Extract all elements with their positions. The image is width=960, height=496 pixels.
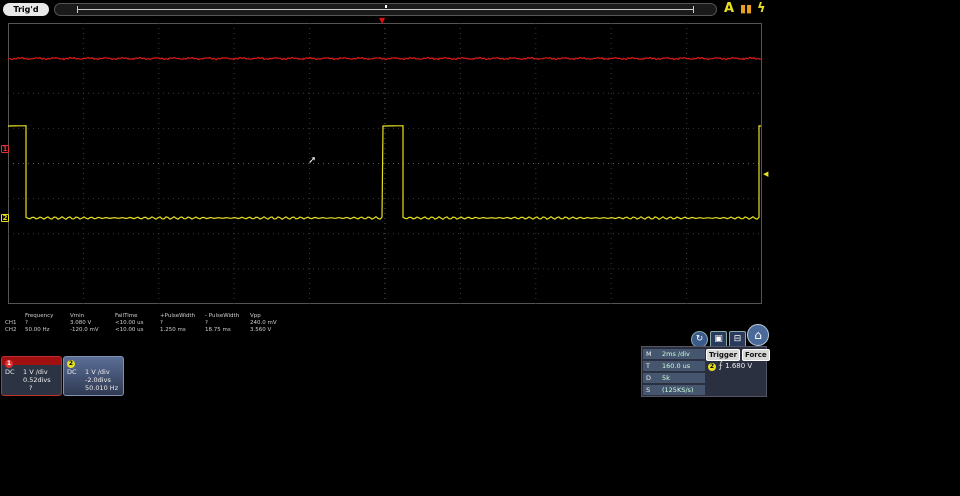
measurement-header: - PulseWidth [205, 313, 240, 319]
measurement-header [5, 313, 25, 320]
timebase-row-depth[interactable]: D 5k [643, 373, 705, 384]
measurement-row: CH2 50.00 Hz -120.0 mV <10.00 us 1.250 m… [5, 327, 295, 334]
measurement-header: Vpp [250, 313, 261, 319]
oscilloscope-app: Trig'd A ▮▮ ϟ ▼ 1 2 ◀ ➚ Frequency Vmin F… [0, 0, 770, 398]
ch2-trace [8, 125, 762, 221]
ch2-coupling: DC [67, 368, 77, 376]
timebase-row-samplerate[interactable]: S (125KS/s) [643, 385, 705, 396]
measurement-header: Frequency [25, 313, 54, 319]
ch2-offset: -2.0divs [85, 376, 111, 384]
rising-edge-icon: ⨍ [718, 361, 723, 371]
timebase-row-main[interactable]: M 2ms /div [643, 349, 705, 360]
measurement-header: Vmin [70, 313, 85, 319]
trigger-status-badge: Trig'd [3, 3, 49, 16]
ch1-offset-marker[interactable]: 1 [1, 145, 9, 153]
measurement-cell: <10.00 us [115, 320, 144, 326]
measurement-table: Frequency Vmin FallTime +PulseWidth - Pu… [5, 313, 295, 334]
ch2-scale: 1 V /div [85, 368, 110, 376]
ch2-number-badge: 2 [67, 360, 75, 368]
home-icon[interactable]: ⌂ [747, 324, 769, 346]
timebase-value: (125KS/s) [662, 386, 694, 394]
timebase-key: S [646, 386, 651, 394]
trigger-source-info: 2 ⨍ 1.680 V [708, 361, 752, 371]
ch1-settings-panel[interactable]: 1 DC 1 V /div 0.52divs ? [1, 356, 62, 396]
single-trigger-icon[interactable]: ϟ [757, 2, 766, 16]
mouse-pointer-icon: ➚ [308, 155, 317, 166]
timebase-key: T [646, 362, 650, 370]
measurement-header: +PulseWidth [160, 313, 196, 319]
measurement-row: CH1 ? 3.080 V <10.00 us ? ? 240.0 mV [5, 320, 295, 327]
measurement-cell: 1.250 ms [160, 327, 186, 333]
ch1-coupling: DC [5, 368, 15, 376]
ch1-offset: 0.52divs [23, 376, 51, 384]
measurement-cell: 240.0 mV [250, 320, 277, 326]
ch1-scale: 1 V /div [23, 368, 48, 376]
measurement-cell: 50.00 Hz [25, 327, 50, 333]
autoset-icon[interactable]: A [724, 2, 734, 16]
ch2-offset-marker[interactable]: 2 [1, 214, 9, 222]
timebase-key: M [646, 350, 652, 358]
ch2-settings-panel[interactable]: 2 DC 1 V /div -2.0divs 50.010 Hz [63, 356, 124, 396]
timeline-start-tick [77, 6, 78, 13]
measurement-cell: 18.75 ms [205, 327, 231, 333]
timebase-value: 2ms /div [662, 350, 690, 358]
timeline-position-marker[interactable] [385, 5, 387, 8]
waveform-display[interactable] [8, 23, 762, 304]
trigger-level-marker[interactable]: ◀ [763, 170, 768, 178]
ch1-frequency: ? [29, 384, 33, 392]
run-stop-icon[interactable]: ▮▮ [740, 2, 752, 16]
measurement-header-row: Frequency Vmin FallTime +PulseWidth - Pu… [5, 313, 295, 320]
measurement-cell: 3.560 V [250, 327, 272, 333]
timeline-end-tick [693, 6, 694, 13]
measurement-cell: ? [25, 320, 28, 326]
timebase-panel: M 2ms /div T 160.0 us D 5k S (125KS/s) Trigg… [641, 346, 770, 397]
measurement-cell: CH1 [5, 320, 17, 326]
measurement-cell: 3.080 V [70, 320, 92, 326]
trigger-level-value: 1.680 V [725, 362, 753, 370]
trigger-position-icon[interactable]: ▼ [379, 17, 385, 25]
trigger-source-badge: 2 [708, 363, 716, 371]
timeline-line [77, 9, 694, 10]
trigger-button[interactable]: Trigger [706, 349, 741, 361]
timebase-value: 5k [662, 374, 670, 382]
force-trigger-button[interactable]: Force [742, 349, 770, 361]
measurement-cell: ? [160, 320, 163, 326]
measurement-cell: CH2 [5, 327, 17, 333]
ch1-trace [8, 56, 762, 61]
timebase-row-trigger-pos[interactable]: T 160.0 us [643, 361, 705, 372]
measurement-cell: ? [205, 320, 208, 326]
measurement-cell: -120.0 mV [70, 327, 99, 333]
measurement-cell: <10.00 us [115, 327, 144, 333]
memory-timeline[interactable] [54, 3, 717, 16]
ch2-frequency: 50.010 Hz [85, 384, 119, 392]
timebase-value: 160.0 us [662, 362, 691, 370]
measurement-header: FallTime [115, 313, 138, 319]
ch1-number-badge: 1 [5, 360, 13, 368]
timebase-key: D [646, 374, 652, 382]
